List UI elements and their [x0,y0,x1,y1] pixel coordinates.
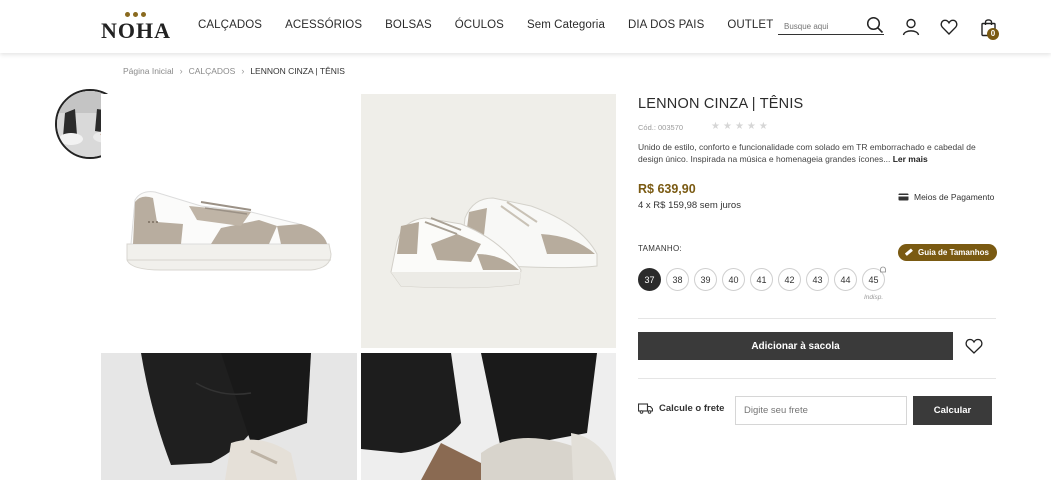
size-guide-button[interactable]: Guia de Tamanhos [898,244,997,261]
size-option-44[interactable]: 44 [834,268,857,291]
size-option-39[interactable]: 39 [694,268,717,291]
installments-text: 4 x R$ 159,98 sem juros [638,200,741,211]
divider [638,378,996,379]
nav-calcados[interactable]: CALÇADOS [198,19,262,31]
product-image-worn-left[interactable] [101,353,357,480]
product-image-worn-right[interactable] [361,353,616,480]
read-more-link[interactable]: Ler mais [893,154,928,164]
product-title: LENNON CINZA | TÊNIS [638,96,804,112]
cart-count-badge: 0 [987,28,999,40]
size-option-41[interactable]: 41 [750,268,773,291]
product-description: Unido de estilo, conforto e funcionalida… [638,141,998,165]
credit-card-icon [898,193,909,201]
breadcrumb-home[interactable]: Página Inicial [123,66,174,76]
size-selector: 37 38 39 40 41 42 43 44 45 [638,268,890,291]
size-option-42[interactable]: 42 [778,268,801,291]
user-icon[interactable] [902,18,920,36]
payment-methods-link[interactable]: Meios de Pagamento [898,192,994,202]
payment-methods-label: Meios de Pagamento [914,192,995,202]
size-guide-label: Guia de Tamanhos [918,248,989,257]
sneaker-pair-illustration [361,94,616,348]
unavailable-note: Indisp. [864,294,884,301]
nav-oculos[interactable]: ÓCULOS [455,19,504,31]
search-box [778,16,884,35]
size-option-40[interactable]: 40 [722,268,745,291]
star-icon: ★ [758,121,768,132]
star-icon: ★ [746,121,756,132]
star-icon: ★ [711,121,720,132]
wishlist-heart-icon[interactable] [940,18,958,36]
add-to-bag-button[interactable]: Adicionar à sacola [638,332,953,360]
logo-dots [125,12,146,17]
product-price: R$ 639,90 [638,182,696,196]
logo-text: NOHA [101,18,171,43]
main-nav: CALÇADOS ACESSÓRIOS BOLSAS ÓCULOS Sem Ca… [198,19,796,31]
sneaker-side-illustration [126,191,332,271]
product-image-side[interactable] [101,94,357,348]
ruler-icon [905,248,913,256]
rating-stars[interactable]: ★ ★ ★ ★ ★ [711,121,768,132]
breadcrumb: Página Inicial › CALÇADOS › LENNON CINZA… [123,66,345,76]
notify-bell-icon[interactable] [879,266,887,274]
sneaker-worn-illustration [361,353,616,480]
sneaker-worn-illustration [101,353,357,480]
product-code: Cód.: 003570 [638,123,684,132]
nav-dia-dos-pais[interactable]: DIA DOS PAIS [628,19,704,31]
search-icon[interactable] [866,16,884,34]
calculate-button[interactable]: Calcular [913,396,992,425]
size-option-43[interactable]: 43 [806,268,829,291]
breadcrumb-category[interactable]: CALÇADOS [189,66,236,76]
nav-acessorios[interactable]: ACESSÓRIOS [285,19,362,31]
chevron-right-icon: › [179,66,183,76]
freight-input[interactable] [744,405,894,416]
search-input[interactable] [784,22,870,31]
chevron-right-icon: › [241,66,245,76]
nav-sem-categoria[interactable]: Sem Categoria [527,19,605,31]
nav-bolsas[interactable]: BOLSAS [385,19,432,31]
size-option-38[interactable]: 38 [666,268,689,291]
freight-label: Calcule o frete [638,403,724,414]
logo[interactable]: NOHA [101,12,171,43]
divider [638,318,996,319]
size-label: TAMANHO: [638,244,683,253]
breadcrumb-current: LENNON CINZA | TÊNIS [250,66,345,76]
heart-icon[interactable] [965,338,983,354]
product-image-pair[interactable] [361,94,616,348]
freight-field [735,396,907,425]
freight-label-text: Calcule o frete [659,403,725,414]
star-icon: ★ [734,121,744,132]
nav-outlet[interactable]: OUTLET [727,19,773,31]
size-option-37[interactable]: 37 [638,268,661,291]
star-icon: ★ [722,121,732,132]
truck-icon [638,403,653,414]
site-header: NOHA CALÇADOS ACESSÓRIOS BOLSAS ÓCULOS S… [0,0,1051,53]
